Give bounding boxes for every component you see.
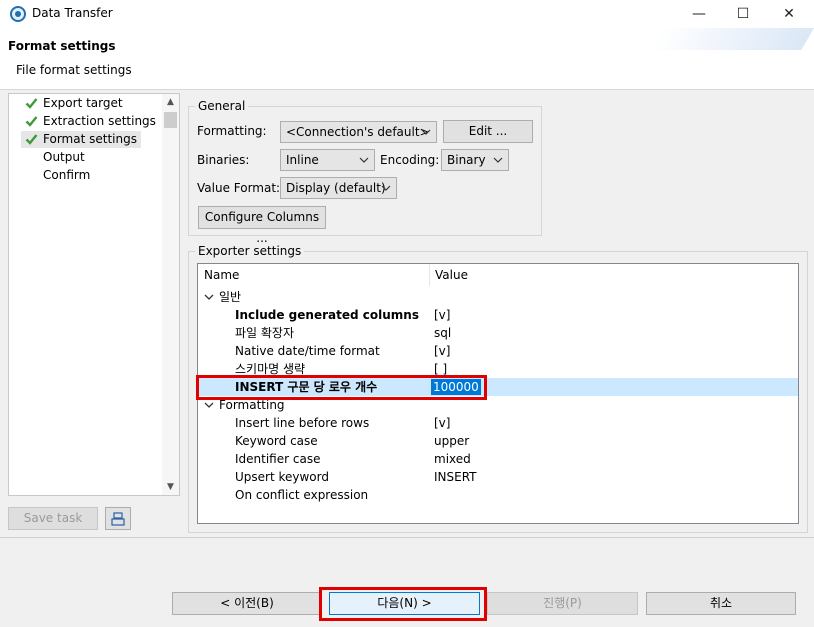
property-row[interactable]: INSERT 구문 당 로우 개수 100000 [198,378,798,396]
property-group-row[interactable]: Formatting [198,396,798,414]
minimize-button[interactable]: — [676,0,722,28]
property-name: INSERT 구문 당 로우 개수 [235,380,378,394]
app-icon [10,6,26,22]
property-row[interactable]: 스키마명 생략 [ ] [198,360,798,378]
property-row[interactable]: Insert line before rows [v] [198,414,798,432]
checkmark-icon [25,98,38,109]
property-value: [v] [434,416,451,430]
property-name: Include generated columns [235,308,419,322]
close-button[interactable]: ✕ [766,0,812,28]
property-name: Keyword case [235,434,318,448]
property-value: mixed [434,452,471,466]
chevron-down-icon [493,157,503,163]
sidebar-step-item[interactable]: Output [21,149,89,166]
window-title: Data Transfer [32,6,113,20]
encoding-select-value: Binary [447,153,486,167]
property-group-label: 일반 [219,290,242,304]
value-format-select-value: Display (default) [286,181,386,195]
steps-scrollbar[interactable]: ▲ ▼ [162,94,179,495]
sidebar-step-label: Output [43,150,85,164]
task-config-button[interactable] [105,507,131,530]
sidebar-step-label: Export target [43,96,123,110]
encoding-select[interactable]: Binary [441,149,509,171]
property-row[interactable]: On conflict expression [198,486,798,504]
property-value: [v] [434,344,451,358]
property-row[interactable]: Include generated columns [v] [198,306,798,324]
binaries-label: Binaries: [197,153,250,167]
property-group-label: Formatting [219,398,285,412]
footer-divider [0,537,814,538]
page-subtitle: File format settings [16,63,132,77]
wizard-header: Format settings File format settings [0,28,814,90]
scroll-up-icon[interactable]: ▲ [162,94,179,110]
sidebar-step-label: Confirm [43,168,91,182]
maximize-button[interactable]: ☐ [720,0,766,28]
edit-formatting-button[interactable]: Edit ... [443,120,533,143]
chevron-down-icon[interactable] [204,292,214,302]
property-value: [ ] [434,362,448,376]
task-config-icon [111,512,125,526]
binaries-select[interactable]: Inline [280,149,375,171]
page-title: Format settings [8,39,116,53]
property-name: Native date/time format [235,344,380,358]
property-name: 파일 확장자 [235,326,295,340]
checkmark-icon [25,116,38,127]
sidebar-step-label: Extraction settings [43,114,156,128]
property-row[interactable]: Identifier case mixed [198,450,798,468]
property-row[interactable]: Keyword case upper [198,432,798,450]
scroll-thumb[interactable] [164,112,177,128]
property-value: upper [434,434,470,448]
property-name: On conflict expression [235,488,369,502]
exporter-properties-table: Name Value 일반 Include generated columns [v… [197,263,799,524]
property-name: Identifier case [235,452,321,466]
column-header-name[interactable]: Name [198,264,239,286]
cancel-button[interactable]: 취소 [646,592,796,615]
title-bar: Data Transfer — ☐ ✕ [0,0,814,28]
wizard-steps-list: Export target Extraction settings Format s… [8,93,180,496]
property-value-editor[interactable]: 100000 [431,379,481,395]
binaries-select-value: Inline [286,153,319,167]
column-header-value[interactable]: Value [429,264,468,286]
save-task-button[interactable]: Save task [8,507,98,530]
sidebar-step-item[interactable]: Extraction settings [21,113,160,130]
checkmark-icon [25,134,38,145]
chevron-down-icon[interactable] [204,400,214,410]
sidebar-step-label: Format settings [43,132,137,146]
back-button[interactable]: < 이전(B) [172,592,322,615]
proceed-button[interactable]: 진행(P) [487,592,638,615]
property-group-row[interactable]: 일반 [198,288,798,306]
chevron-down-icon [359,157,369,163]
property-name: Upsert keyword [235,470,329,484]
property-value: [v] [434,308,451,322]
property-name: 스키마명 생략 [235,362,306,376]
property-row[interactable]: 파일 확장자 sql [198,324,798,342]
value-format-label: Value Format: [197,181,281,195]
property-row[interactable]: Native date/time format [v] [198,342,798,360]
sidebar-step-item[interactable]: Export target [21,95,127,112]
sidebar-step-item[interactable]: Confirm [21,167,94,184]
formatting-select[interactable]: <Connection's default> [280,121,437,143]
scroll-down-icon[interactable]: ▼ [162,479,179,495]
header-banner [651,28,814,50]
configure-columns-button[interactable]: Configure Columns ... [198,206,326,245]
sidebar-step-item[interactable]: Format settings [21,131,141,148]
formatting-select-value: <Connection's default> [286,125,430,139]
property-value: INSERT [434,470,477,484]
property-value: sql [434,326,452,340]
property-name: Insert line before rows [235,416,370,430]
chevron-down-icon [381,185,391,191]
exporter-settings-label: Exporter settings [195,244,305,258]
encoding-label: Encoding: [380,153,440,167]
formatting-label: Formatting: [197,124,267,138]
property-row[interactable]: Upsert keyword INSERT [198,468,798,486]
chevron-down-icon [421,129,431,135]
general-group-label: General [195,99,249,113]
next-button[interactable]: 다음(N) > [329,592,480,615]
value-format-select[interactable]: Display (default) [280,177,397,199]
